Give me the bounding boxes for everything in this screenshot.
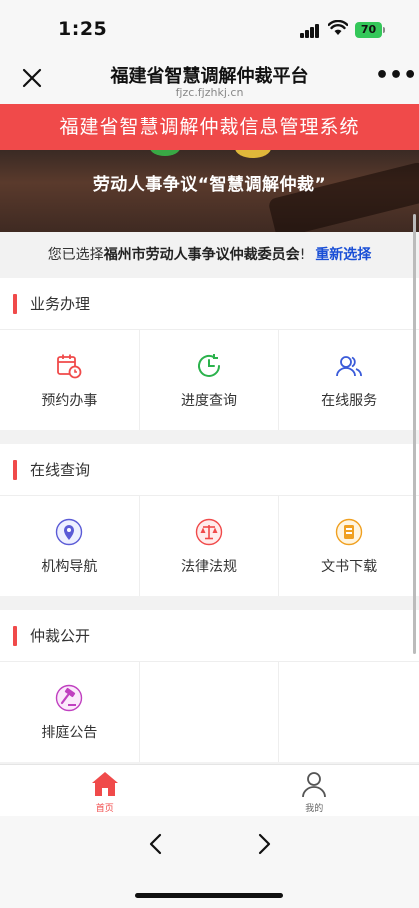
section-header: 仲裁公开 bbox=[0, 610, 419, 662]
selection-prefix: 您已选择 bbox=[47, 247, 104, 263]
section-header: 在线查询 bbox=[0, 444, 419, 496]
tab-home[interactable]: 首页 bbox=[0, 765, 210, 816]
menu-item-label: 法律法规 bbox=[180, 559, 237, 575]
section-online-query: 在线查询 机构导航 法律法规 文书下载 bbox=[0, 444, 419, 596]
selection-suffix: ! bbox=[299, 247, 306, 263]
menu-item-hearing-notice[interactable]: 排庭公告 bbox=[0, 662, 140, 762]
scales-icon bbox=[195, 518, 223, 546]
chevron-left-icon[interactable] bbox=[144, 830, 168, 858]
status-time: 1:25 bbox=[58, 18, 108, 40]
browser-toolbar bbox=[0, 816, 419, 908]
wifi-icon bbox=[328, 20, 348, 35]
empty-cell bbox=[279, 662, 419, 762]
menu-item-label: 在线服务 bbox=[321, 393, 378, 409]
section-header: 业务办理 bbox=[0, 278, 419, 330]
menu-item-online-service[interactable]: 在线服务 bbox=[279, 330, 419, 430]
document-icon bbox=[335, 518, 363, 546]
menu-item-documents[interactable]: 文书下载 bbox=[279, 496, 419, 596]
system-title-banner: 福建省智慧调解仲裁信息管理系统 bbox=[0, 104, 419, 150]
tab-mine[interactable]: 我的 bbox=[210, 765, 419, 816]
section-title: 业务办理 bbox=[30, 295, 91, 313]
section-title: 仲裁公开 bbox=[30, 627, 91, 645]
section-title: 在线查询 bbox=[30, 461, 91, 479]
page-url: fjzc.fjzhkj.cn bbox=[175, 86, 244, 99]
home-indicator[interactable] bbox=[135, 893, 283, 898]
banner-decoration bbox=[235, 150, 271, 158]
menu-item-label: 预约办事 bbox=[41, 393, 98, 409]
menu-item-label: 进度查询 bbox=[180, 393, 237, 409]
section-arbitration-public: 仲裁公开 排庭公告 bbox=[0, 610, 419, 762]
section-accent-bar bbox=[13, 460, 17, 480]
users-icon bbox=[336, 356, 363, 377]
reselect-link[interactable]: 重新选择 bbox=[315, 247, 371, 263]
page-title: 福建省智慧调解仲裁平台 bbox=[110, 66, 309, 87]
menu-item-laws[interactable]: 法律法规 bbox=[140, 496, 280, 596]
signal-icon bbox=[300, 24, 322, 38]
scrollbar[interactable] bbox=[413, 214, 416, 654]
tab-label: 首页 bbox=[95, 804, 114, 814]
menu-item-progress[interactable]: 进度查询 bbox=[140, 330, 280, 430]
progress-clock-icon bbox=[197, 354, 220, 377]
section-business: 业务办理 预约办事 进度查询 在线服务 bbox=[0, 278, 419, 430]
hero-text: 劳动人事争议“智慧调解仲裁” bbox=[92, 175, 327, 195]
hero-banner: 劳动人事争议“智慧调解仲裁” bbox=[0, 150, 419, 232]
tab-bar: 首页 我的 bbox=[0, 764, 419, 816]
menu-item-label: 文书下载 bbox=[321, 559, 378, 575]
location-pin-icon bbox=[56, 518, 83, 546]
battery-icon: 70 bbox=[355, 22, 385, 38]
browser-header: 福建省智慧调解仲裁平台 fjzc.fjzhkj.cn ••• bbox=[0, 52, 419, 104]
tab-label: 我的 bbox=[305, 804, 324, 814]
menu-item-appointment[interactable]: 预约办事 bbox=[0, 330, 140, 430]
status-bar: 1:25 70 bbox=[0, 0, 419, 52]
gavel-icon bbox=[56, 684, 83, 712]
user-icon bbox=[302, 772, 327, 798]
menu-item-label: 机构导航 bbox=[41, 559, 98, 575]
section-accent-bar bbox=[13, 294, 17, 314]
selected-org: 福州市劳动人事争议仲裁委员会 bbox=[103, 247, 300, 263]
more-icon[interactable]: ••• bbox=[375, 65, 417, 90]
empty-cell bbox=[140, 662, 280, 762]
menu-item-navigation[interactable]: 机构导航 bbox=[0, 496, 140, 596]
chevron-right-icon[interactable] bbox=[252, 830, 276, 858]
section-accent-bar bbox=[13, 626, 17, 646]
home-icon bbox=[91, 772, 118, 796]
selected-committee: 您已选择福州市劳动人事争议仲裁委员会! 重新选择 bbox=[0, 232, 419, 278]
menu-item-label: 排庭公告 bbox=[41, 725, 98, 741]
banner-decoration bbox=[150, 150, 180, 156]
calendar-clock-icon bbox=[57, 354, 82, 379]
